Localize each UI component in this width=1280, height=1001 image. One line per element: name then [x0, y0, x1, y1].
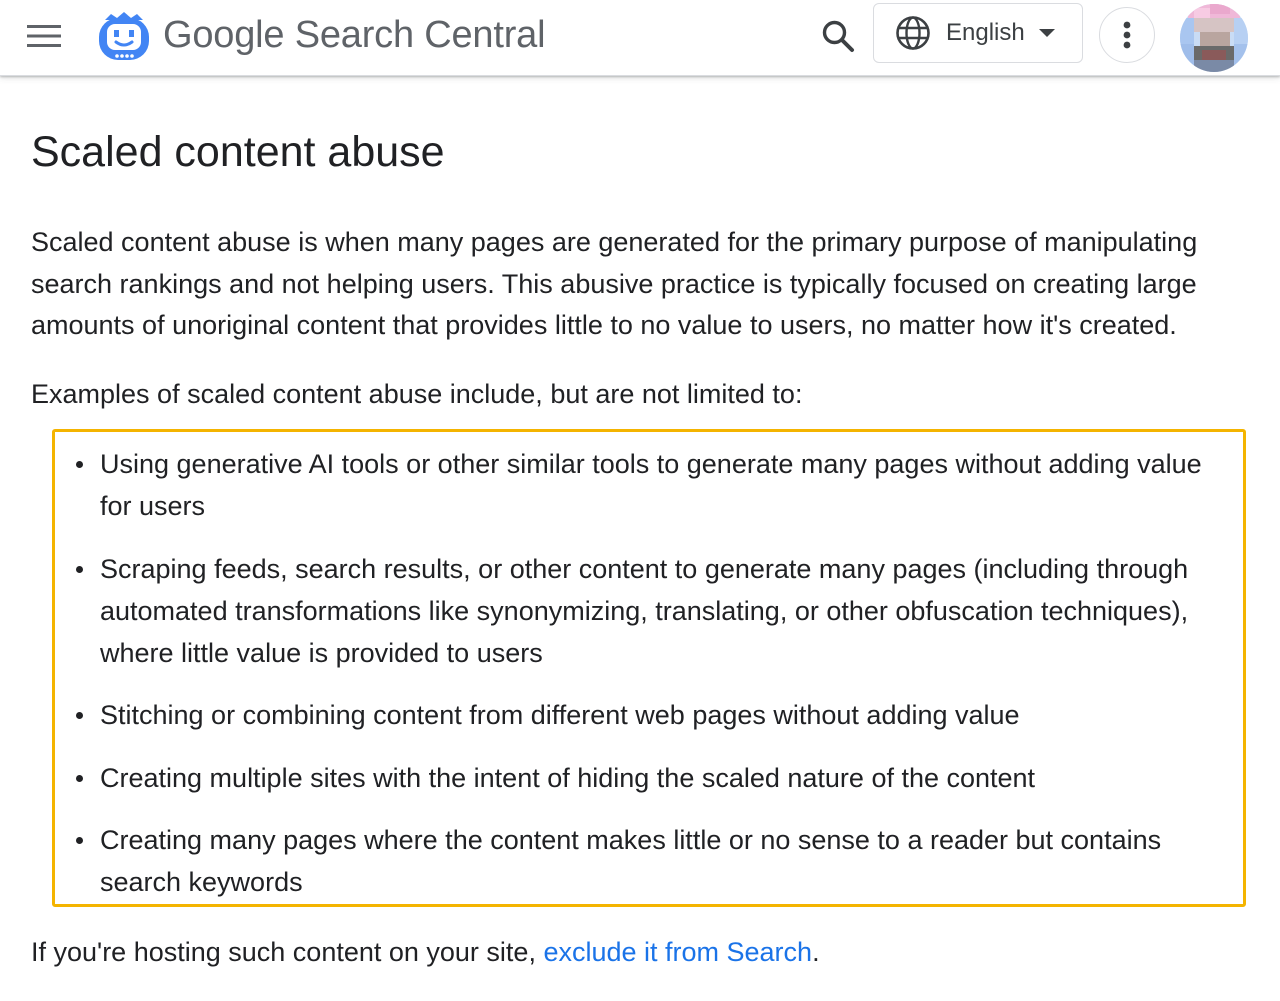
search-central-robot-logo[interactable]	[95, 6, 153, 64]
footer-paragraph: If you're hosting such content on your s…	[31, 932, 820, 973]
list-item: Creating multiple sites with the intent …	[76, 757, 1236, 799]
list-item: Using generative AI tools or other simil…	[76, 443, 1236, 527]
language-selector[interactable]: English	[873, 3, 1083, 63]
globe-icon	[894, 14, 932, 52]
brand-search-central: Search Central	[284, 14, 546, 56]
user-avatar[interactable]	[1180, 4, 1248, 72]
footer-prefix: If you're hosting such content on your s…	[31, 937, 544, 967]
list-item: Creating many pages where the content ma…	[76, 819, 1236, 903]
site-brand[interactable]: Google Search Central	[163, 12, 546, 58]
hamburger-menu-icon	[27, 25, 61, 47]
search-button[interactable]	[812, 10, 864, 62]
intro-paragraph: Scaled content abuse is when many pages …	[31, 227, 1198, 340]
menu-button[interactable]	[22, 16, 66, 56]
language-label: English	[946, 19, 1025, 46]
top-app-bar: Google Search Central English	[0, 0, 1280, 76]
caret-down-icon	[1037, 23, 1057, 43]
more-options-button[interactable]	[1099, 7, 1155, 63]
brand-google: Google	[163, 14, 285, 56]
examples-intro: Examples of scaled content abuse include…	[31, 379, 803, 409]
list-item: Stitching or combining content from diff…	[76, 694, 1236, 736]
exclude-from-search-link[interactable]: exclude it from Search	[543, 937, 812, 967]
more-vert-icon	[1123, 21, 1131, 49]
examples-list: Using generative AI tools or other simil…	[76, 443, 1236, 924]
footer-suffix: .	[812, 937, 820, 967]
search-icon	[822, 20, 854, 52]
page-title: Scaled content abuse	[31, 128, 445, 176]
list-item: Scraping feeds, search results, or other…	[76, 548, 1236, 674]
